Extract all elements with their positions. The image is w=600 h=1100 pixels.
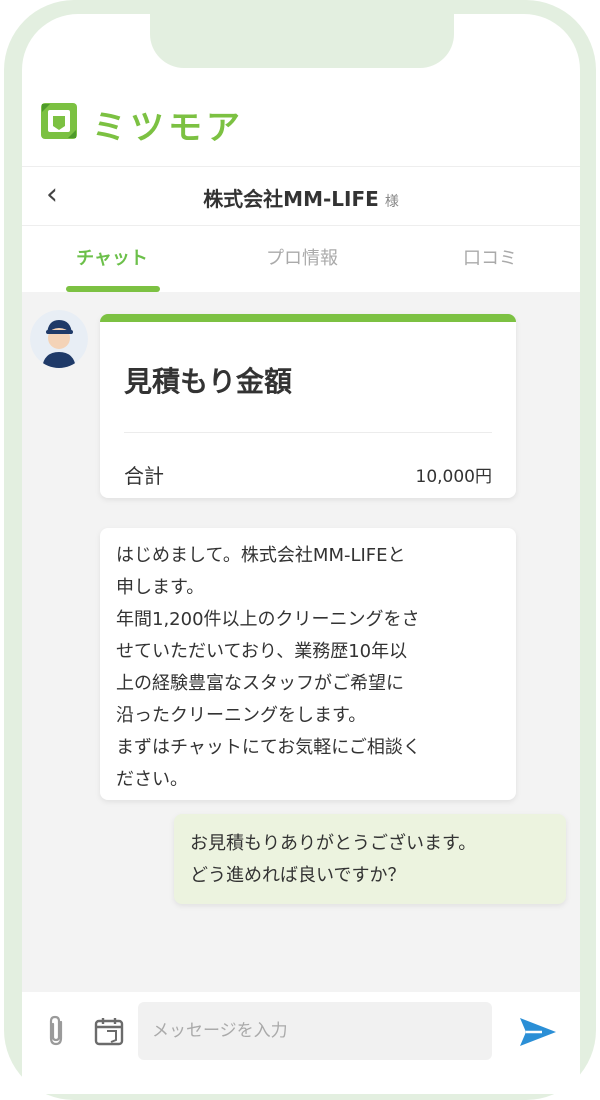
- calendar-icon[interactable]: [94, 1016, 124, 1046]
- message-input[interactable]: [138, 1002, 492, 1060]
- card-divider: [124, 432, 492, 433]
- user-message-bubble: お見積もりありがとうございます。 どう進めれば良いですか？: [174, 814, 566, 904]
- app-header: ミツモア: [22, 84, 580, 154]
- tab-pro-info[interactable]: プロ情報: [232, 244, 372, 270]
- logo-icon: [41, 103, 77, 139]
- avatar: [30, 310, 88, 368]
- app-screen: ミツモア ‹ 株式会社MM-LIFE 様 チャット プロ情報 口コミ 見積もり金額: [22, 14, 580, 1094]
- page-title: 株式会社MM-LIFE 様: [22, 183, 580, 212]
- estimate-title: 見積もり金額: [124, 365, 293, 398]
- chat-area[interactable]: 見積もり金額 合計 10,000円 はじめまして。株式会社MM-LIFEと 申し…: [22, 292, 580, 992]
- pro-message-bubble: はじめまして。株式会社MM-LIFEと 申します。 年間1,200件以上のクリー…: [100, 528, 516, 800]
- tab-reviews[interactable]: 口コミ: [420, 244, 560, 270]
- app-logo-text: ミツモア: [92, 108, 244, 148]
- total-label: 合計: [124, 464, 164, 488]
- company-name: 株式会社MM-LIFE: [203, 187, 379, 211]
- paperclip-icon[interactable]: [44, 1014, 70, 1048]
- total-value: 10,000円: [415, 467, 492, 487]
- phone-notch: [150, 14, 454, 68]
- message-input-bar: [22, 992, 580, 1094]
- estimate-card[interactable]: 見積もり金額 合計 10,000円: [100, 314, 516, 498]
- nav-bar: ‹ 株式会社MM-LIFE 様: [22, 166, 580, 226]
- tab-chat[interactable]: チャット: [42, 244, 182, 270]
- tab-bar: チャット プロ情報 口コミ: [22, 226, 580, 292]
- send-icon[interactable]: [516, 1014, 560, 1050]
- avatar-image: [30, 310, 88, 368]
- company-suffix: 様: [384, 194, 399, 210]
